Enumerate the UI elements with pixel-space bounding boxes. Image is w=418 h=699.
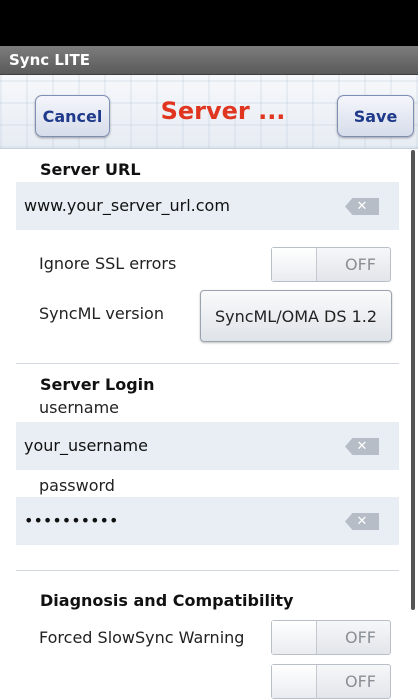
server-login-section-title: Server Login [40,375,155,394]
server-url-section-title: Server URL [40,160,141,179]
scrollbar[interactable] [411,150,415,610]
syncml-version-button[interactable]: SyncML/OMA DS 1.2 [200,290,392,342]
password-label: password [39,476,115,495]
toggle-knob [272,665,317,698]
toggle-state: OFF [345,255,376,274]
password-value: •••••••••• [24,511,119,530]
username-field[interactable]: your_username ✕ [16,422,399,470]
page-title: Server ... [160,97,286,125]
toggle-state: OFF [345,672,376,691]
server-url-value: www.your_server_url.com [24,196,230,215]
password-field[interactable]: •••••••••• ✕ [16,497,399,545]
toggle-knob [272,248,317,281]
username-label: username [39,398,119,417]
cancel-button[interactable]: Cancel [35,95,110,137]
diagnosis-section-title: Diagnosis and Compatibility [40,591,294,610]
app-title-bar: Sync LITE [0,46,418,75]
section-divider [16,363,399,364]
toolbar: Cancel Server ... Save [0,75,418,149]
server-url-field[interactable]: www.your_server_url.com ✕ [16,182,399,230]
syncml-version-label: SyncML version [39,304,164,323]
clear-text-icon[interactable]: ✕ [345,513,379,530]
clear-text-icon[interactable]: ✕ [345,438,379,455]
toggle-state: OFF [345,628,376,647]
status-bar [0,0,418,46]
clear-text-icon[interactable]: ✕ [345,198,379,215]
toggle-knob [272,621,317,654]
section-divider [16,570,399,571]
app-title: Sync LITE [9,51,90,69]
ignore-ssl-toggle[interactable]: OFF [271,247,391,282]
next-option-toggle[interactable]: OFF [271,664,391,699]
slowsync-warning-label: Forced SlowSync Warning [39,628,245,647]
username-value: your_username [24,436,148,455]
slowsync-warning-toggle[interactable]: OFF [271,620,391,655]
save-button[interactable]: Save [337,95,414,137]
ignore-ssl-label: Ignore SSL errors [39,254,177,273]
